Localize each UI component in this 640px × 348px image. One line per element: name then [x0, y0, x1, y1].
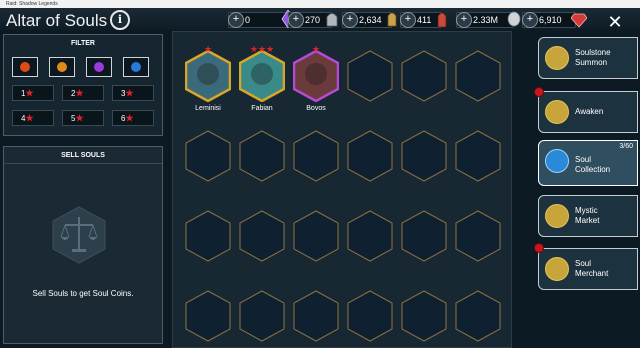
add-shards-button[interactable]: +: [400, 12, 416, 28]
add-gems-button[interactable]: +: [522, 12, 538, 28]
left-panel: FILTER 1★ 2★ 3★ 4★ 5★ 6★ SELL SOULS Sell…: [3, 34, 163, 344]
affinity-magic-icon: [20, 62, 30, 72]
star-filter-2[interactable]: 2★: [62, 85, 104, 101]
soul-slot-empty: [455, 130, 501, 182]
soul-slot-empty: [347, 130, 393, 182]
shard-icon: [437, 12, 447, 28]
mystic-market-icon: [545, 204, 569, 228]
resource-energy: + 0: [228, 10, 295, 28]
soul-slot-empty: [347, 290, 393, 342]
soul-merchant-icon: [545, 257, 569, 281]
soul-slot-empty: [239, 290, 285, 342]
soulstone-icon: [545, 46, 569, 70]
filter-chip-magic[interactable]: [12, 57, 38, 77]
menu-soul-merchant[interactable]: Soul Merchant: [538, 248, 638, 290]
info-icon[interactable]: i: [110, 10, 130, 30]
soul-slot-empty: [347, 210, 393, 262]
resource-silver: + 2.33M: [456, 11, 521, 28]
soul-slot-empty: [347, 50, 393, 102]
add-energy-button[interactable]: +: [228, 12, 244, 28]
scales-icon: [52, 206, 106, 264]
header-bar: Altar of Souls i + 0 + 270 + 2,634 + 411…: [0, 8, 640, 31]
filter-panel: FILTER 1★ 2★ 3★ 4★ 5★ 6★: [3, 34, 163, 136]
menu-label: Soulstone Summon: [575, 48, 611, 67]
soul-name: Fabian: [251, 105, 273, 112]
filter-chip-force[interactable]: [49, 57, 75, 77]
star-filter-1[interactable]: 1★: [12, 85, 54, 101]
page-title: Altar of Souls: [6, 11, 108, 30]
awaken-icon: [545, 100, 569, 124]
star-filter-6[interactable]: 6★: [112, 110, 154, 126]
filter-title: FILTER: [71, 40, 95, 47]
soul-slot-empty: [455, 210, 501, 262]
add-silver-button[interactable]: +: [456, 12, 472, 28]
soul-slot-empty: [293, 210, 339, 262]
menu-label: Soul Merchant: [575, 259, 609, 278]
resource-arena-tokens: + 270: [288, 12, 338, 28]
soul-name: Bovos: [306, 105, 326, 112]
collection-count: 3/60: [619, 143, 633, 150]
menu-label: Mystic Market: [575, 206, 600, 225]
menu-awaken[interactable]: Awaken: [538, 91, 638, 133]
menu-label: Soul Collection: [575, 155, 611, 174]
close-button[interactable]: ✕: [606, 13, 624, 31]
sell-souls-title: SELL SOULS: [61, 152, 105, 159]
soul-rank-stars: ★: [203, 44, 213, 54]
resource-gems: + 6,910: [522, 12, 587, 28]
star-filter-5[interactable]: 5★: [62, 110, 104, 126]
resource-shards: + 411: [400, 12, 447, 28]
add-auto-battle-button[interactable]: +: [342, 12, 358, 28]
soul-slot-empty: [401, 50, 447, 102]
menu-soulstone-summon[interactable]: Soulstone Summon: [538, 37, 638, 79]
soul-slot-empty: [293, 130, 339, 182]
menu-label: Awaken: [575, 107, 604, 116]
silver-coin-icon: [507, 11, 521, 27]
soul-slot-empty: [185, 210, 231, 262]
soul-collection-icon: [545, 149, 569, 173]
sell-souls-text: Sell Souls to get Soul Coins.: [32, 289, 134, 298]
add-arena-tokens-button[interactable]: +: [288, 12, 304, 28]
soul-name: Leminisi: [195, 105, 221, 112]
sell-souls-panel[interactable]: SELL SOULS Sell Souls to get Soul Coins.: [3, 146, 163, 344]
soul-slot-empty: [401, 290, 447, 342]
divider: [4, 163, 162, 164]
gem-icon: [571, 13, 587, 28]
soul-slot-empty: [185, 290, 231, 342]
right-menu: Soulstone Summon Awaken 3/60 Soul Collec…: [514, 31, 640, 348]
soul-slot-empty: [239, 130, 285, 182]
affinity-void-icon: [131, 62, 141, 72]
notification-badge: [534, 87, 544, 97]
soul-slot-empty: [455, 290, 501, 342]
soul-slot-empty: [185, 130, 231, 182]
soul-collection-grid: ★ Leminisi ★★★ Fabian ★ Bovos: [172, 31, 512, 348]
soul-rank-stars: ★: [311, 44, 321, 54]
helmet-icon: [326, 13, 338, 27]
menu-mystic-market[interactable]: Mystic Market: [538, 195, 638, 237]
soul-slot-filled[interactable]: [184, 49, 232, 103]
menu-soul-collection[interactable]: 3/60 Soul Collection: [538, 140, 638, 186]
star-filter-4[interactable]: 4★: [12, 110, 54, 126]
soul-slot-empty: [239, 210, 285, 262]
filter-chip-spirit[interactable]: [86, 57, 112, 77]
window-title: Raid: Shadow Legends: [6, 1, 58, 7]
soul-slot-empty: [401, 130, 447, 182]
soul-rank-stars: ★★★: [249, 44, 275, 54]
window-titlebar: Raid: Shadow Legends: [0, 0, 640, 8]
soul-slot-filled[interactable]: [238, 49, 286, 103]
soul-slot-empty: [455, 50, 501, 102]
filter-chip-void[interactable]: [123, 57, 149, 77]
soul-slot-filled[interactable]: [292, 49, 340, 103]
soul-slot-empty: [293, 290, 339, 342]
star-filter-3[interactable]: 3★: [112, 85, 154, 101]
affinity-spirit-icon: [94, 62, 104, 72]
affinity-force-icon: [57, 62, 67, 72]
soul-slot-empty: [401, 210, 447, 262]
notification-badge: [534, 243, 544, 253]
key-icon: [387, 12, 397, 27]
resource-auto-battle: + 2,634: [342, 12, 397, 28]
